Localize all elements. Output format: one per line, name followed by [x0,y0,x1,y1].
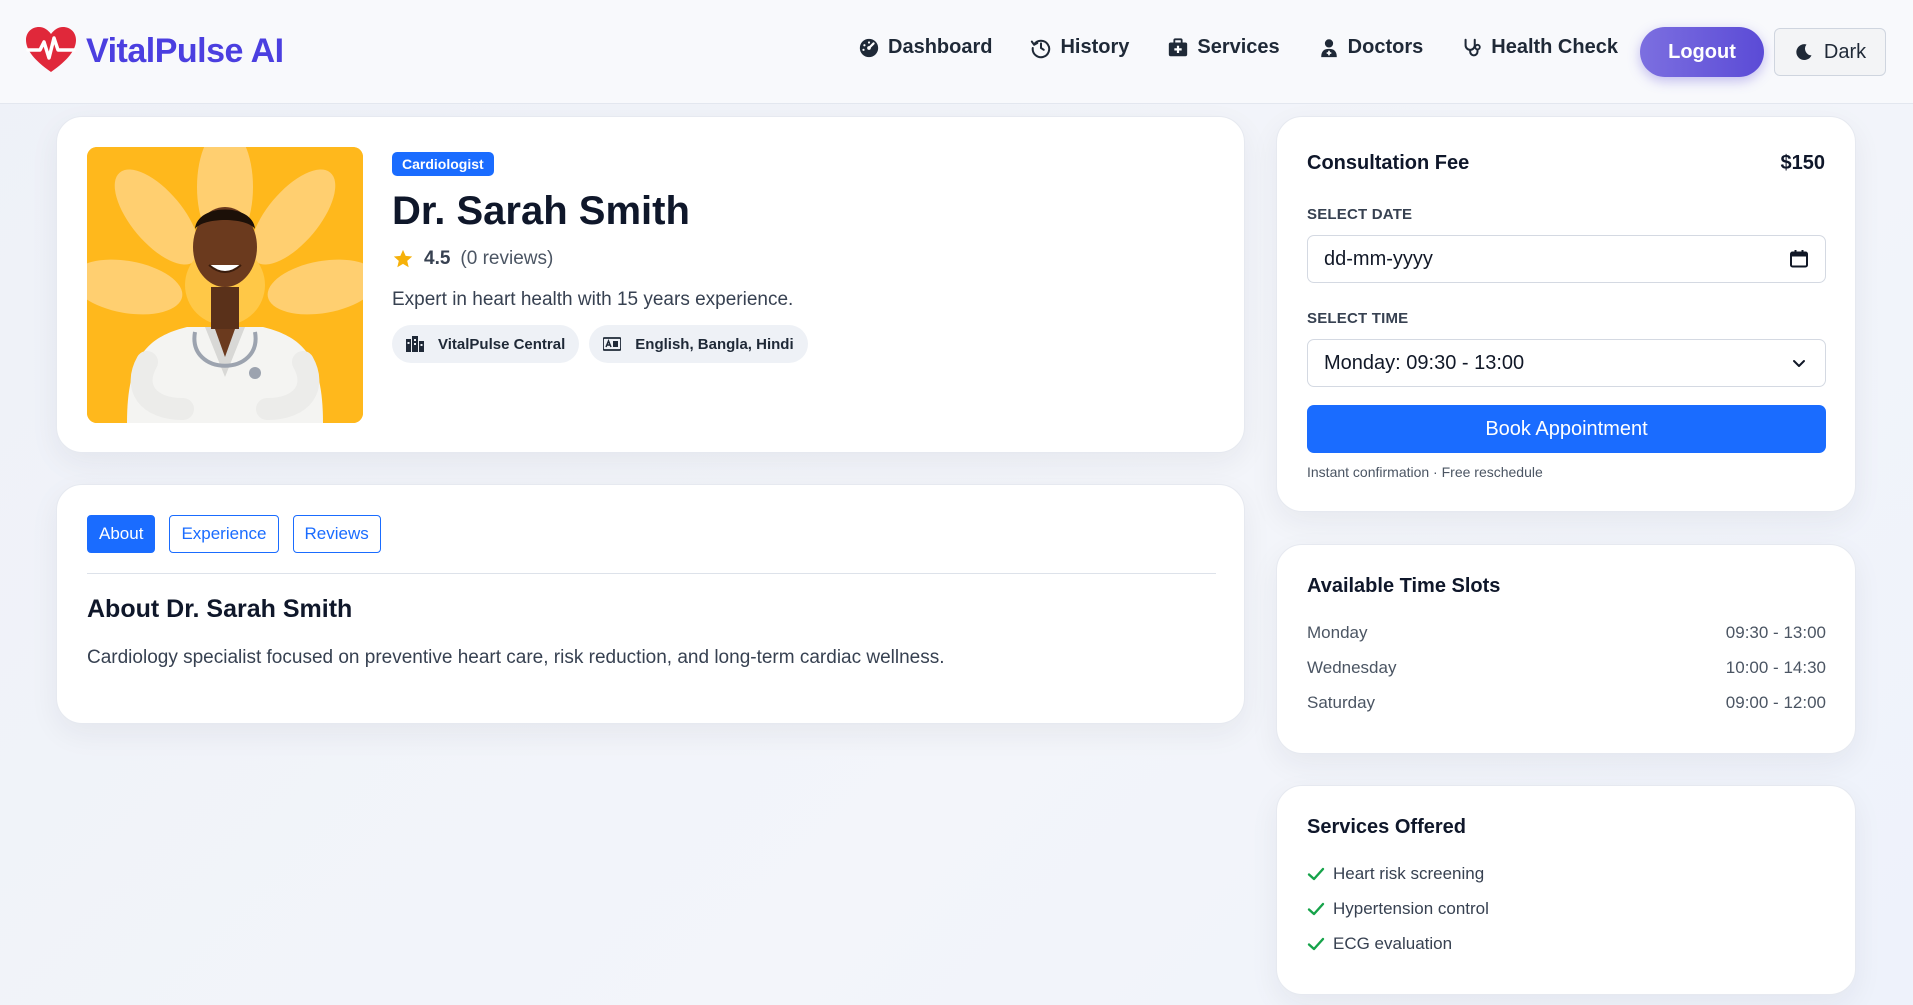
services-title: Services Offered [1307,816,1466,838]
rating-score: 4.5 [424,248,451,269]
language-icon [603,337,622,351]
gauge-icon [859,38,879,57]
brand-logo[interactable]: VitalPulse AI [24,26,284,76]
doctor-bio: Expert in heart health with 15 years exp… [392,289,794,310]
tab-experience[interactable]: Experience [169,515,279,553]
slot-day: Monday [1307,623,1368,642]
service-item: Hypertension control [1307,899,1489,919]
service-item: ECG evaluation [1307,934,1452,954]
languages-chip-label: English, Bangla, Hindi [635,335,794,353]
doctor-rating: 4.5 (0 reviews) [392,248,553,270]
slot-row: Saturday 09:00 - 12:00 [1307,693,1826,713]
booking-note: Instant confirmation · Free reschedule [1307,464,1543,480]
star-icon [393,249,413,268]
check-icon [1307,867,1325,881]
service-item-label: Hypertension control [1333,899,1489,918]
chevron-down-icon [1793,360,1805,367]
nav-doctors[interactable]: Doctors [1318,36,1424,59]
check-icon [1307,902,1325,916]
nav-dashboard-label: Dashboard [888,36,993,58]
doctor-portrait-image [87,147,363,423]
top-navbar: VitalPulse AI Dashboard History Services… [0,0,1913,104]
specialty-badge: Cardiologist [392,152,494,176]
theme-toggle-label: Dark [1823,40,1867,63]
slot-day: Saturday [1307,693,1376,712]
service-item-label: Heart risk screening [1333,864,1485,883]
nav-services[interactable]: Services [1167,36,1280,59]
details-tabs: About Experience Reviews [87,515,395,553]
time-slots-card: Available Time Slots Monday 09:30 - 13:0… [1276,544,1856,754]
moon-icon [1796,44,1812,61]
about-heading: About Dr. Sarah Smith [87,595,353,623]
nav-dashboard[interactable]: Dashboard [858,36,992,59]
calendar-icon[interactable] [1789,249,1809,269]
doctor-icon [1320,38,1337,57]
about-text: Cardiology specialist focused on prevent… [87,647,945,668]
nav-services-label: Services [1197,36,1280,58]
doctor-info-chips: VitalPulse Central English, Bangla, Hind… [392,325,818,363]
logout-button[interactable]: Logout [1640,27,1764,77]
doctor-name: Dr. Sarah Smith [392,189,690,233]
history-icon [1031,39,1051,58]
brand-name: VitalPulse AI [86,31,284,70]
consultation-fee-label: Consultation Fee [1307,152,1470,174]
slot-time: 09:30 - 13:00 [1725,623,1826,642]
tab-about[interactable]: About [87,515,156,553]
date-input[interactable]: dd-mm-yyyy [1307,235,1826,283]
nav-history-label: History [1060,36,1130,58]
slot-row: Wednesday 10:00 - 14:30 [1307,658,1826,678]
book-appointment-button[interactable]: Book Appointment [1307,405,1826,453]
nav-doctors-label: Doctors [1347,36,1424,58]
time-select-value: Monday: 09:30 - 13:00 [1324,351,1525,374]
hospital-icon [406,336,424,352]
service-item: Heart risk screening [1307,864,1484,884]
service-item-label: ECG evaluation [1333,934,1453,953]
theme-toggle-button[interactable]: Dark [1774,28,1886,76]
nav-health-check-label: Health Check [1491,36,1618,58]
doctor-photo [87,147,363,423]
main-nav: Dashboard History Services Doctors Healt… [858,36,1656,59]
date-input-placeholder: dd-mm-yyyy [1324,247,1433,270]
slot-time: 10:00 - 14:30 [1725,658,1826,677]
stethoscope-icon [1464,38,1481,56]
booking-card: Consultation Fee $150 SELECT DATE dd-mm-… [1276,116,1856,512]
slot-row: Monday 09:30 - 13:00 [1307,623,1826,643]
slot-day: Wednesday [1307,658,1397,677]
rating-review-count: (0 reviews) [460,248,554,269]
location-chip-label: VitalPulse Central [438,335,566,353]
doctor-details-card: About Experience Reviews About Dr. Sarah… [56,484,1245,724]
check-icon [1307,937,1325,951]
time-select[interactable]: Monday: 09:30 - 13:00 [1307,339,1826,387]
date-label: SELECT DATE [1307,206,1413,223]
nav-history[interactable]: History [1030,36,1129,59]
location-chip: VitalPulse Central [392,325,580,363]
tabs-divider [87,573,1216,574]
services-card: Services Offered Heart risk screening Hy… [1276,785,1856,995]
nav-health-check[interactable]: Health Check [1461,36,1618,59]
consultation-fee-value: $150 [1780,152,1826,174]
languages-chip: English, Bangla, Hindi [589,325,808,363]
doctor-profile-card: Cardiologist Dr. Sarah Smith 4.5 (0 revi… [56,116,1245,453]
tab-reviews[interactable]: Reviews [292,515,381,553]
time-slots-title: Available Time Slots [1307,575,1501,597]
heart-pulse-icon [26,27,76,72]
briefcase-medical-icon [1169,37,1188,56]
slot-time: 09:00 - 12:00 [1725,693,1826,712]
time-label: SELECT TIME [1307,310,1409,327]
